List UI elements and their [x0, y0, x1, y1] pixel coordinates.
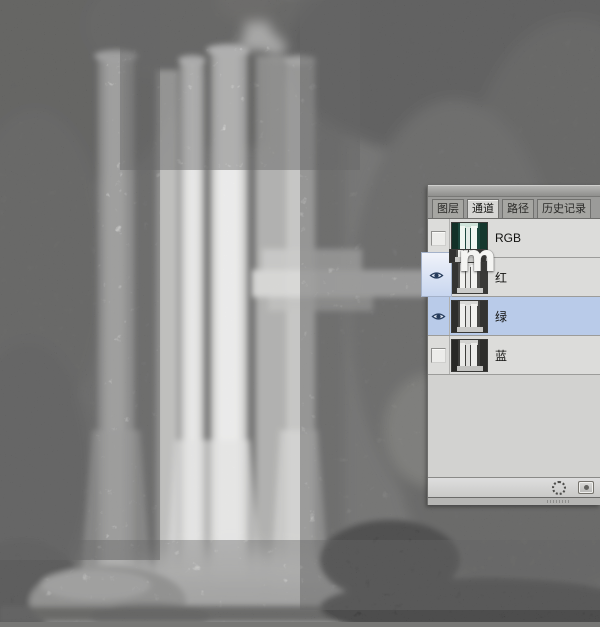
channel-list-empty-area — [428, 375, 600, 477]
watermark-marks — [547, 500, 570, 503]
channel-row-red[interactable]: 红 — [428, 258, 600, 297]
panel-footer — [428, 477, 600, 497]
eye-icon[interactable] — [429, 270, 444, 281]
eye-icon[interactable] — [431, 311, 446, 322]
channel-row-green[interactable]: 绿 — [428, 297, 600, 336]
panel-drag-strip[interactable] — [428, 185, 600, 197]
visibility-cell[interactable] — [428, 297, 450, 335]
watermark-letter: m — [458, 240, 497, 277]
channel-thumbnail-green[interactable] — [451, 300, 488, 333]
load-channel-as-selection-icon[interactable] — [552, 481, 566, 495]
channels-panel: 图层 通道 路径 历史记录 RGB — [427, 185, 600, 505]
drag-ghost-row-fragment — [421, 252, 452, 297]
tab-channels[interactable]: 通道 — [467, 199, 499, 218]
channel-label: 蓝 — [495, 347, 507, 364]
tab-history[interactable]: 历史记录 — [537, 199, 591, 218]
tab-paths[interactable]: 路径 — [502, 199, 534, 218]
panel-bottom-frame — [428, 497, 600, 505]
visibility-empty-well[interactable] — [431, 231, 446, 246]
channel-label: RGB — [495, 231, 521, 245]
visibility-cell[interactable] — [428, 336, 450, 374]
visibility-empty-well[interactable] — [431, 348, 446, 363]
channel-label: 绿 — [495, 308, 507, 325]
channel-row-blue[interactable]: 蓝 — [428, 336, 600, 375]
channel-thumbnail-blue[interactable] — [451, 339, 488, 372]
save-selection-as-channel-icon[interactable] — [578, 481, 594, 494]
tab-layers[interactable]: 图层 — [432, 199, 464, 218]
panel-tab-bar: 图层 通道 路径 历史记录 — [428, 197, 600, 218]
